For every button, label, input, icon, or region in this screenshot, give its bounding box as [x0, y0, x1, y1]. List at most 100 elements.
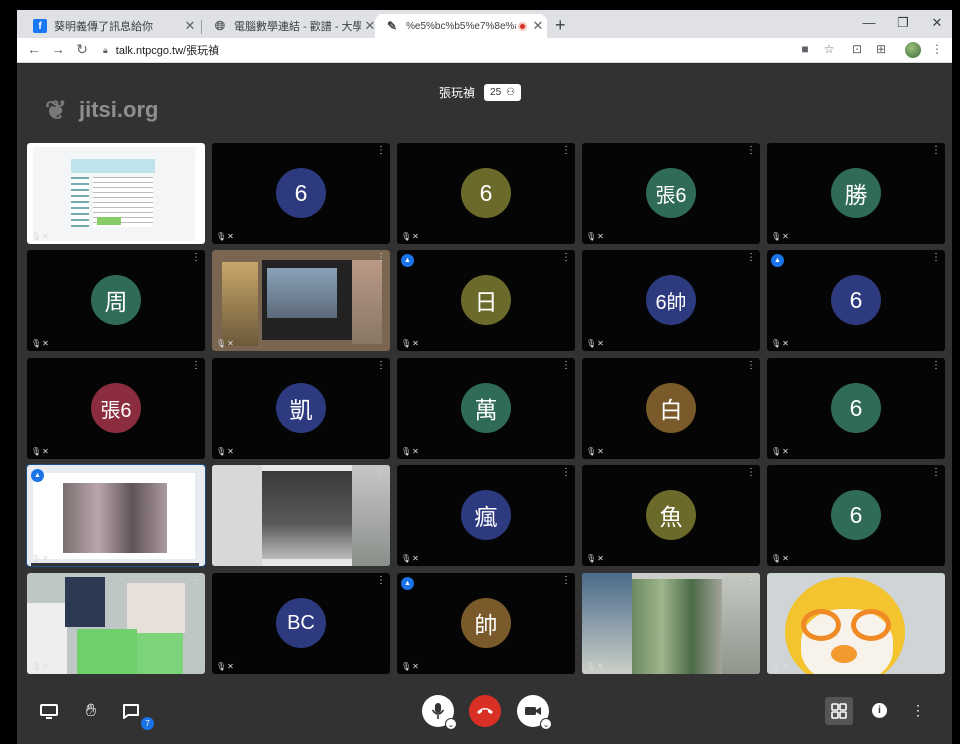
participant-avatar: 魚 [646, 490, 696, 540]
participant-avatar: 6 [831, 490, 881, 540]
tile-menu-icon[interactable]: ⋮ [191, 253, 201, 263]
muted-status-icons: 🎙︎✕ [586, 554, 605, 563]
participant-tile[interactable]: ▲ ⋮ 🎙︎✕ [26, 464, 206, 567]
back-button[interactable]: ← [25, 41, 43, 57]
tile-menu-icon[interactable]: ⋮ [931, 468, 941, 478]
globe-icon: 🌐︎ [214, 18, 226, 33]
restore-button[interactable]: ❐ [891, 15, 915, 31]
tile-menu-icon[interactable]: ⋮ [561, 468, 571, 478]
participant-tile[interactable]: ⋮ 🎙︎✕ [27, 143, 205, 244]
close-icon[interactable]: ✕ [181, 18, 199, 34]
participant-avatar: 張6 [646, 168, 696, 218]
forward-button[interactable]: → [49, 41, 67, 57]
tile-menu-icon[interactable]: ⋮ [191, 576, 201, 586]
extension-icon[interactable]: ⊡ [849, 42, 865, 56]
tile-menu-icon[interactable]: ⋮ [376, 361, 386, 371]
bookmark-star-icon[interactable]: ☆ [821, 42, 837, 56]
chat-button[interactable] [119, 700, 143, 722]
participant-tile[interactable]: ⋮ 🎙︎✕ [212, 465, 390, 566]
profile-avatar[interactable] [905, 42, 921, 58]
tab-facebook[interactable]: f 葵明義傳了訊息給你 ✕ [23, 14, 199, 38]
reload-button[interactable]: ↻ [73, 41, 91, 58]
participant-tile[interactable]: 6帥 ⋮ 🎙︎✕ [582, 250, 760, 351]
participant-tile[interactable]: 白 ⋮ 🎙︎✕ [582, 358, 760, 459]
jitsi-logo-icon: ❦ [45, 95, 67, 125]
tile-menu-icon[interactable]: ⋮ [746, 253, 756, 263]
tab-separator [201, 20, 202, 34]
tile-menu-icon[interactable]: ⋮ [746, 576, 756, 586]
participant-tile[interactable]: 瘋 ⋮ 🎙︎✕ [397, 465, 575, 566]
tile-menu-icon[interactable]: ⋮ [746, 468, 756, 478]
tile-menu-icon[interactable]: ⋮ [931, 576, 941, 586]
tile-menu-icon[interactable]: ⋮ [376, 468, 386, 478]
participant-video [212, 465, 390, 566]
hangup-icon [477, 708, 493, 714]
close-window-button[interactable]: ✕ [925, 15, 949, 31]
tile-view-button[interactable] [825, 697, 853, 725]
tab-course[interactable]: 🌐︎ 電腦數學連結 - 歡譜 - 大學塾 ✕ [203, 14, 379, 38]
jitsi-icon: ✎ [386, 19, 398, 33]
participant-avatar: 6 [831, 383, 881, 433]
participant-tile[interactable]: 周 ⋮ 🎙︎✕ [27, 250, 205, 351]
camera-options-caret[interactable]: ⌄ [540, 718, 552, 730]
tab-title: %e5%bc%b5%e7%8e%a9 [406, 20, 516, 32]
hangup-button[interactable] [469, 695, 501, 727]
participant-tile[interactable]: 6 ⋮ 🎙︎✕ [397, 143, 575, 244]
participant-tile[interactable]: 張6 ⋮ 🎙︎✕ [27, 358, 205, 459]
participant-tile[interactable]: ⋮ 🎙︎✕ [582, 573, 760, 674]
participant-tile[interactable]: 6 ▲ ⋮ 🎙︎✕ [767, 250, 945, 351]
participant-tile[interactable]: 魚 ⋮ 🎙︎✕ [582, 465, 760, 566]
participant-tile[interactable]: 勝 ⋮ 🎙︎✕ [767, 143, 945, 244]
browser-menu-icon[interactable]: ⋮ [929, 42, 945, 56]
new-tab-button[interactable]: + [555, 15, 566, 36]
camera-indicator-icon[interactable]: ■ [797, 42, 813, 56]
participant-video [582, 573, 760, 674]
tab-jitsi[interactable]: ✎ %e5%bc%b5%e7%8e%a9 ✕ [375, 14, 547, 38]
extensions-grid-icon[interactable]: ⊞ [873, 42, 889, 56]
participant-tile[interactable]: ⋮ 🎙︎✕ [27, 573, 205, 674]
tile-menu-icon[interactable]: ⋮ [746, 146, 756, 156]
participant-tile[interactable]: 6 ⋮ 🎙︎✕ [212, 143, 390, 244]
raise-hand-button[interactable]: ✋︎ [79, 698, 103, 722]
muted-status-icons: 🎙︎✕ [31, 662, 50, 671]
participant-count-badge[interactable]: 25 ⚇ [484, 84, 522, 101]
tile-menu-icon[interactable]: ⋮ [191, 361, 201, 371]
tile-menu-icon[interactable]: ⋮ [561, 361, 571, 371]
participant-tile[interactable]: 6 ⋮ 🎙︎✕ [767, 358, 945, 459]
microphone-options-caret[interactable]: ⌄ [445, 718, 457, 730]
participant-tile[interactable]: BC ⋮ 🎙︎✕ [212, 573, 390, 674]
tile-menu-icon[interactable]: ⋮ [376, 146, 386, 156]
tile-menu-icon[interactable]: ⋮ [561, 576, 571, 586]
participant-tile[interactable]: 6 ⋮ 🎙︎✕ [767, 465, 945, 566]
tile-menu-icon[interactable]: ⋮ [746, 361, 756, 371]
muted-status-icons: 🎙︎✕ [586, 339, 605, 348]
participant-tile[interactable]: 萬 ⋮ 🎙︎✕ [397, 358, 575, 459]
minimize-button[interactable]: — [857, 15, 881, 30]
participant-tile[interactable]: ⋮ 🎙︎✕ [767, 573, 945, 674]
participant-tile[interactable]: ⋮ 🎙︎✕ [212, 250, 390, 351]
muted-status-icons: 🎙︎✕ [771, 447, 790, 456]
tile-menu-icon[interactable]: ⋮ [376, 253, 386, 263]
tile-menu-icon[interactable]: ⋮ [561, 253, 571, 263]
tile-menu-icon[interactable]: ⋮ [931, 146, 941, 156]
participant-tile[interactable]: 日 ▲ ⋮ 🎙︎✕ [397, 250, 575, 351]
tile-menu-icon[interactable]: ⋮ [376, 576, 386, 586]
tile-menu-icon[interactable]: ⋮ [931, 253, 941, 263]
muted-status-icons: 🎙︎✕ [771, 232, 790, 241]
participant-tile[interactable]: 凱 ⋮ 🎙︎✕ [212, 358, 390, 459]
participant-avatar: 6 [831, 275, 881, 325]
more-options-button[interactable]: ⋮ [911, 700, 925, 720]
tile-menu-icon[interactable]: ⋮ [561, 146, 571, 156]
tile-menu-icon[interactable]: ⋮ [191, 468, 201, 478]
address-bar[interactable]: 🔒︎ talk.ntpcgo.tw/張玩禎 [103, 42, 219, 58]
info-button[interactable]: i [872, 703, 887, 718]
screenshare-button[interactable] [37, 702, 61, 722]
close-icon[interactable]: ✕ [529, 18, 547, 34]
meeting-name: 張玩禎 [439, 86, 476, 100]
participant-tile[interactable]: 帥 ▲ ⋮ 🎙︎✕ [397, 573, 575, 674]
tile-menu-icon[interactable]: ⋮ [191, 146, 201, 156]
tile-menu-icon[interactable]: ⋮ [931, 361, 941, 371]
muted-status-icons: 🎙︎✕ [216, 232, 235, 241]
participant-tile[interactable]: 張6 ⋮ 🎙︎✕ [582, 143, 760, 244]
jitsi-watermark[interactable]: ❦ jitsi.org [45, 90, 158, 130]
